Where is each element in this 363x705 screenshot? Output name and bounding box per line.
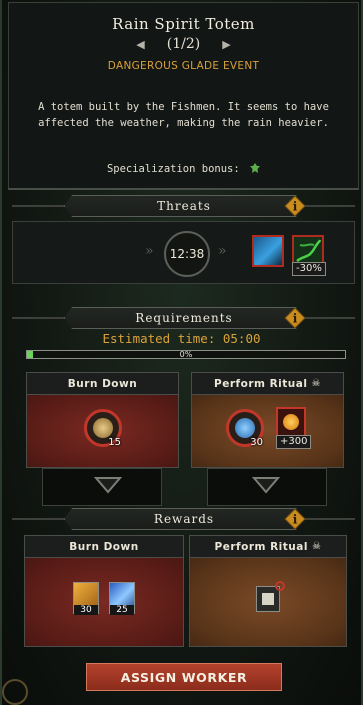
amber-icon[interactable] bbox=[276, 407, 306, 437]
skull-icon: ☠ bbox=[311, 378, 321, 389]
card-body bbox=[190, 558, 346, 646]
crystal-icon[interactable]: 25 bbox=[109, 582, 135, 615]
event-pager: ◀ (1/2) ▶ bbox=[9, 36, 358, 52]
resource-icon[interactable]: 30 bbox=[226, 409, 264, 448]
rewards-banner: Rewards bbox=[64, 508, 304, 530]
specialization-bonus: Specialization bonus: bbox=[9, 163, 358, 175]
resource-glyph bbox=[235, 418, 255, 438]
requirement-perform-ritual-card[interactable]: Perform Ritual ☠ 30 +300 bbox=[191, 372, 344, 468]
resource-count: 15 bbox=[108, 437, 121, 448]
threat-modifier-tag: -30% bbox=[292, 262, 326, 276]
specialization-label: Specialization bonus: bbox=[106, 163, 240, 175]
leaf-icon[interactable] bbox=[250, 163, 261, 173]
svg-text:i: i bbox=[293, 200, 298, 214]
reward-burn-down-card[interactable]: Burn Down 30 25 bbox=[24, 535, 184, 647]
event-title: Rain Spirit Totem bbox=[112, 15, 255, 33]
event-description: A totem built by the Fishmen. It seems t… bbox=[38, 101, 329, 129]
card-header: Perform Ritual ☠ bbox=[192, 373, 343, 395]
card-title: Perform Ritual bbox=[214, 540, 308, 553]
chevron-right-icon: » bbox=[218, 243, 226, 259]
card-title: Perform Ritual bbox=[214, 377, 308, 390]
amber-glyph bbox=[283, 414, 299, 430]
card-title: Burn Down bbox=[25, 536, 183, 558]
corner-ornament bbox=[2, 679, 28, 705]
card-body: 30 +300 bbox=[192, 395, 343, 467]
chevron-left-icon: » bbox=[145, 243, 153, 259]
progress-label: 0% bbox=[179, 350, 193, 359]
threat-timer: 12:38 bbox=[164, 231, 210, 277]
relic-badge bbox=[275, 581, 285, 591]
vines-glyph-icon bbox=[296, 239, 322, 262]
storm-icon[interactable] bbox=[252, 235, 284, 267]
assign-worker-button[interactable]: ASSIGN WORKER bbox=[86, 663, 282, 691]
rewards-info-icon[interactable]: i bbox=[284, 508, 306, 530]
resource-count: 30 bbox=[250, 437, 263, 448]
resource-glyph bbox=[93, 418, 113, 438]
progress-bar: 0% bbox=[26, 350, 346, 359]
svg-text:i: i bbox=[293, 513, 298, 527]
reward-count: 30 bbox=[74, 605, 98, 615]
card-header: Perform Ritual ☠ bbox=[190, 536, 346, 558]
next-arrow-icon[interactable]: ▶ bbox=[222, 38, 230, 51]
pager-label: (1/2) bbox=[166, 36, 201, 52]
prev-arrow-icon[interactable]: ◀ bbox=[136, 38, 144, 51]
card-title: Burn Down bbox=[27, 373, 178, 395]
requirement-burn-down-card[interactable]: Burn Down 15 bbox=[26, 372, 179, 468]
card-body: 15 bbox=[27, 395, 178, 467]
svg-text:i: i bbox=[293, 312, 298, 326]
event-header: Rain Spirit Totem ◀ (1/2) ▶ DANGEROUS GL… bbox=[8, 2, 359, 190]
requirements-info-icon[interactable]: i bbox=[284, 307, 306, 329]
resource-icon[interactable]: 15 bbox=[84, 409, 122, 448]
estimated-time: Estimated time: 05:00 bbox=[102, 331, 261, 346]
requirements-banner: Requirements bbox=[64, 307, 304, 329]
relic-glyph bbox=[262, 593, 274, 605]
wood-icon[interactable]: 30 bbox=[73, 582, 99, 615]
reward-count: 25 bbox=[110, 605, 134, 615]
threats-banner: Threats bbox=[64, 195, 304, 217]
event-type-label: DANGEROUS GLADE EVENT bbox=[107, 60, 260, 72]
skull-icon: ☠ bbox=[311, 541, 322, 552]
card-body: 30 25 bbox=[25, 558, 183, 646]
down-arrow-icon bbox=[252, 477, 280, 494]
event-panel: Rain Spirit Totem ◀ (1/2) ▶ DANGEROUS GL… bbox=[0, 0, 363, 705]
down-arrow-icon bbox=[94, 477, 122, 494]
extra-count-tag: +300 bbox=[276, 435, 312, 449]
threats-info-icon[interactable]: i bbox=[284, 195, 306, 217]
relic-icon[interactable] bbox=[256, 581, 285, 612]
reward-perform-ritual-card[interactable]: Perform Ritual ☠ bbox=[189, 535, 347, 647]
